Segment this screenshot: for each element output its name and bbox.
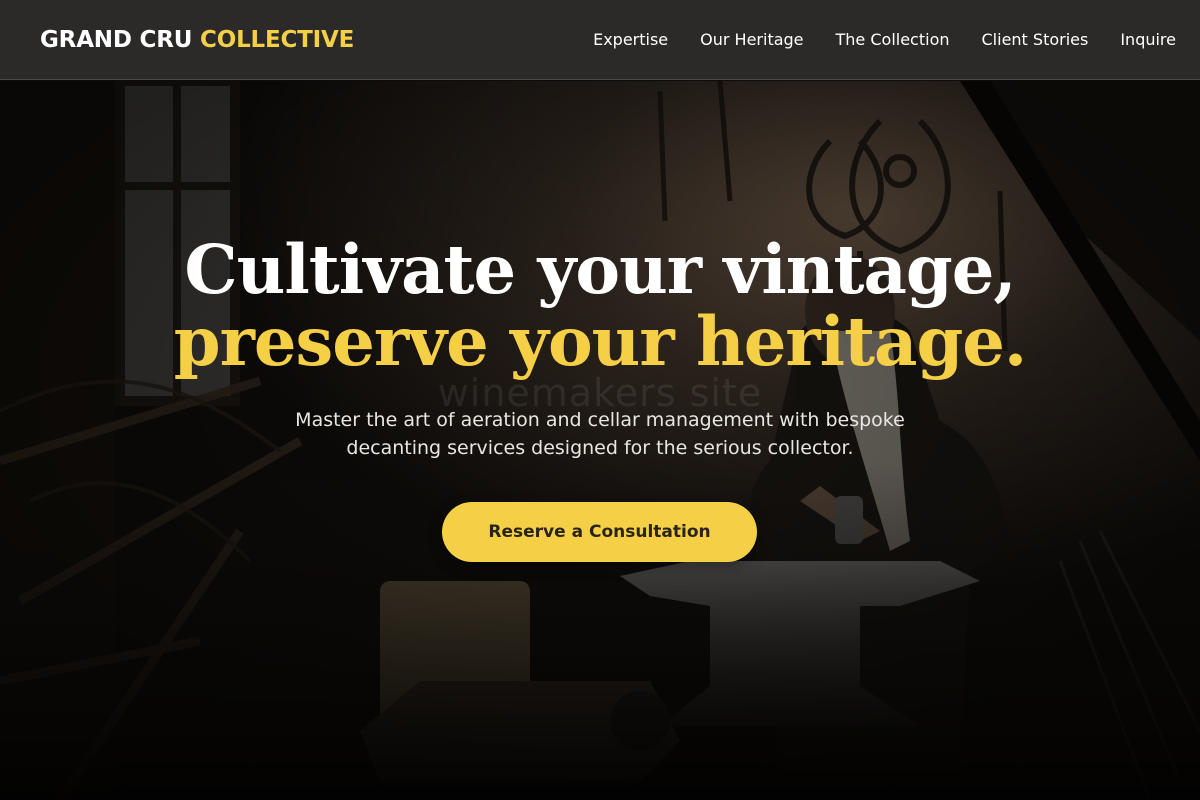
nav-link-inquire[interactable]: Inquire xyxy=(1120,30,1176,49)
nav-link-client-stories[interactable]: Client Stories xyxy=(982,30,1089,49)
brand-name-accent: COLLECTIVE xyxy=(200,26,355,53)
hero-headline-line2: preserve your heritage. xyxy=(173,302,1028,381)
site-header: GRAND CRU COLLECTIVE Expertise Our Herit… xyxy=(0,0,1200,80)
brand-name-primary: GRAND CRU xyxy=(40,26,193,53)
hero-subtitle: Master the art of aeration and cellar ma… xyxy=(295,409,905,459)
nav-link-our-heritage[interactable]: Our Heritage xyxy=(700,30,803,49)
hero-section: winemakers site Cultivate your vintage, … xyxy=(0,81,1200,800)
nav-link-the-collection[interactable]: The Collection xyxy=(836,30,950,49)
hero-headline-line1: Cultivate your vintage, xyxy=(184,230,1016,309)
main-nav: Expertise Our Heritage The Collection Cl… xyxy=(593,30,1176,49)
brand-logo[interactable]: GRAND CRU COLLECTIVE xyxy=(40,27,354,53)
nav-link-expertise[interactable]: Expertise xyxy=(593,30,668,49)
reserve-consultation-button[interactable]: Reserve a Consultation xyxy=(442,502,757,562)
hero-headline: Cultivate your vintage, preserve your he… xyxy=(0,234,1200,378)
